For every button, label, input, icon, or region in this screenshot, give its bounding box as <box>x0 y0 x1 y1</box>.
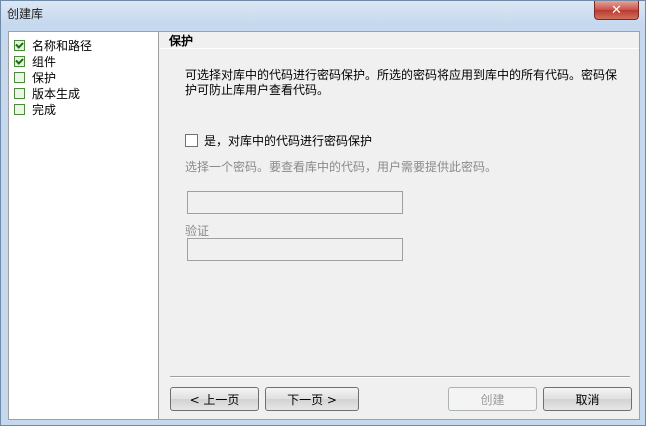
window-title: 创建库 <box>7 7 44 21</box>
protect-code-label[interactable]: 是，对库中的代码进行密码保护 <box>204 132 372 149</box>
create-library-dialog: 创建库 ✕ 名称和路径 组件 保护 版本生成 完成 保护 可选择对库中的代码进行… <box>0 0 646 426</box>
close-button[interactable]: ✕ <box>594 1 639 20</box>
protect-code-checkbox[interactable] <box>185 134 198 147</box>
unchecked-box-icon <box>14 87 25 99</box>
cancel-button[interactable]: 取消 <box>543 387 632 411</box>
title-bar[interactable]: 创建库 ✕ <box>1 1 645 25</box>
title-divider <box>160 48 639 49</box>
button-divider <box>170 376 630 377</box>
create-button[interactable]: 创建 <box>448 387 537 411</box>
step-label: 组件 <box>32 54 57 69</box>
step-finish[interactable]: 完成 <box>14 101 56 117</box>
step-components[interactable]: 组件 <box>14 53 56 69</box>
step-protection[interactable]: 保护 <box>14 69 56 85</box>
step-versioning[interactable]: 版本生成 <box>14 85 80 101</box>
next-button[interactable]: 下一页 > <box>265 387 359 411</box>
dialog-body: 名称和路径 组件 保护 版本生成 完成 保护 可选择对库中的代码进行密码保护。所… <box>8 31 640 420</box>
check-icon <box>14 55 25 67</box>
step-label: 完成 <box>32 102 57 117</box>
step-name-and-path[interactable]: 名称和路径 <box>14 37 92 53</box>
previous-button[interactable]: < 上一页 <box>170 387 259 411</box>
protection-panel: 保护 可选择对库中的代码进行密码保护。所选的密码将应用到库中的所有代码。密码保护… <box>160 32 639 419</box>
password-field[interactable] <box>187 191 403 214</box>
verify-password-field[interactable] <box>187 238 403 261</box>
panel-title: 保护 <box>169 34 194 48</box>
unchecked-box-icon <box>14 71 25 83</box>
unchecked-box-icon <box>14 103 25 115</box>
verify-label: 验证 <box>185 224 210 238</box>
close-icon: ✕ <box>611 2 622 18</box>
protect-code-option[interactable]: 是，对库中的代码进行密码保护 <box>185 132 372 149</box>
step-label: 保护 <box>32 70 57 85</box>
password-hint: 选择一个密码。要查看库中的代码，用户需要提供此密码。 <box>185 160 498 174</box>
wizard-steps-sidebar: 名称和路径 组件 保护 版本生成 完成 <box>9 32 159 419</box>
step-label: 版本生成 <box>32 86 81 101</box>
check-icon <box>14 39 25 51</box>
step-label: 名称和路径 <box>32 38 93 53</box>
protection-description: 可选择对库中的代码进行密码保护。所选的密码将应用到库中的所有代码。密码保护可防止… <box>185 68 618 97</box>
